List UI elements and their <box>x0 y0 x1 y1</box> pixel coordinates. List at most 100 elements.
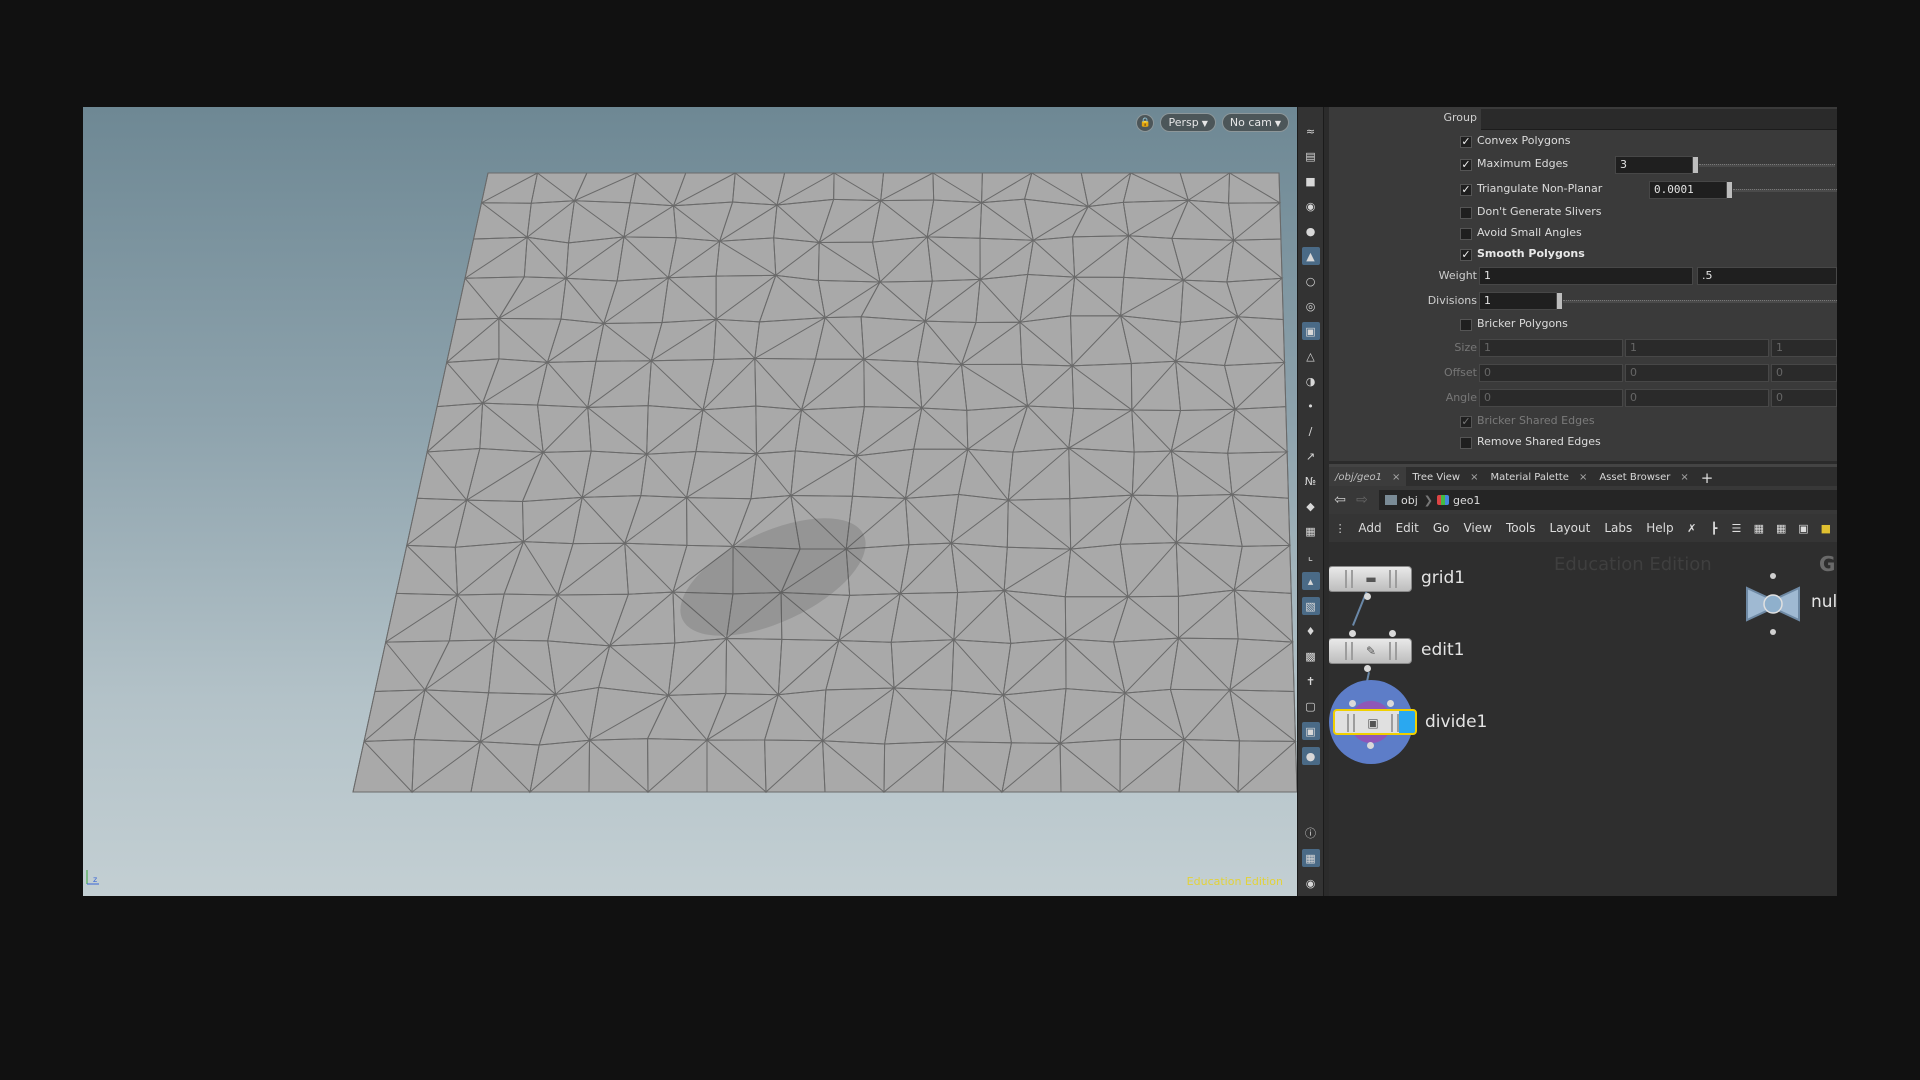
maximum-edges-slider[interactable] <box>1699 164 1835 167</box>
color-palette-icon[interactable]: ▦ <box>1753 521 1765 535</box>
menu-add[interactable]: Add <box>1351 521 1388 535</box>
wireframe-icon[interactable]: △ <box>1302 347 1320 365</box>
forward-arrow-icon[interactable]: ⇨ <box>1351 492 1373 508</box>
convex-polygons-checkbox[interactable]: ✓ <box>1460 136 1472 148</box>
edge-icon[interactable]: ∕ <box>1302 422 1320 440</box>
maximum-edges-field[interactable]: 3 <box>1615 156 1693 174</box>
divisions-field[interactable]: 1 <box>1479 292 1557 310</box>
pin-icon[interactable]: ● <box>1301 747 1320 765</box>
houdini-window: 🔒 Persp ▼ No cam ▼ z Education Edition ≈ ▤… <box>83 107 1837 896</box>
output-port[interactable] <box>1364 665 1371 672</box>
info-icon[interactable]: ⓘ <box>1302 824 1320 842</box>
angle-field-y[interactable]: 0 <box>1625 389 1769 407</box>
node-edit1-label: edit1 <box>1421 640 1465 660</box>
persp-menu[interactable]: Persp ▼ <box>1160 113 1216 132</box>
menu-tools[interactable]: Tools <box>1499 521 1543 535</box>
breadcrumb-obj[interactable]: obj <box>1385 494 1418 507</box>
grid-view-icon[interactable]: ▦ <box>1775 521 1787 535</box>
guide-icon[interactable]: ⌞ <box>1302 547 1320 565</box>
light-icon[interactable]: ▲ <box>1301 247 1320 265</box>
list-icon[interactable]: ☰ <box>1730 521 1742 535</box>
menu-help[interactable]: Help <box>1639 521 1680 535</box>
triangulate-label: Triangulate Non-Planar <box>1477 182 1603 195</box>
triangulate-slider[interactable] <box>1733 189 1837 192</box>
menu-edit[interactable]: Edit <box>1389 521 1426 535</box>
template-icon[interactable]: ▴ <box>1301 572 1320 590</box>
null-node-icon[interactable] <box>1741 572 1805 636</box>
input-port[interactable] <box>1389 630 1396 637</box>
dont-generate-slivers-checkbox[interactable] <box>1460 207 1472 219</box>
triangulate-checkbox[interactable]: ✓ <box>1460 184 1472 196</box>
input-port[interactable] <box>1387 700 1394 707</box>
node-grid1[interactable]: ▬ <box>1329 566 1412 592</box>
size-field-z[interactable]: 1 <box>1771 339 1837 357</box>
offset-field-x[interactable]: 0 <box>1479 364 1623 382</box>
primitive-icon[interactable]: ▦ <box>1302 522 1320 540</box>
add-tab-button[interactable]: + <box>1695 469 1720 487</box>
node-divide1[interactable]: ▣ <box>1333 709 1417 735</box>
tree-icon[interactable]: ┣ <box>1708 521 1720 535</box>
size-field-x[interactable]: 1 <box>1479 339 1623 357</box>
back-arrow-icon[interactable]: ⇦ <box>1329 492 1351 508</box>
diamond-icon[interactable]: ♦ <box>1302 622 1320 640</box>
weight-field-1[interactable]: 1 <box>1479 267 1693 285</box>
camera-icon[interactable]: ▤ <box>1302 147 1320 165</box>
network-editor[interactable]: Education Edition G ▬ grid1 ✎ edit1 ▣ di… <box>1329 542 1837 896</box>
smooth-polygons-checkbox[interactable]: ✓ <box>1460 249 1472 261</box>
checker-icon[interactable]: ▧ <box>1301 597 1320 615</box>
ghost-icon[interactable]: ◑ <box>1302 372 1320 390</box>
triangulate-field[interactable]: 0.0001 <box>1649 181 1727 199</box>
eye-icon[interactable]: ◉ <box>1302 874 1320 892</box>
avoid-small-angles-checkbox[interactable] <box>1460 228 1472 240</box>
offset-field-y[interactable]: 0 <box>1625 364 1769 382</box>
normal-icon[interactable]: ↗ <box>1302 447 1320 465</box>
menu-go[interactable]: Go <box>1426 521 1457 535</box>
sticky-note-icon[interactable]: ■ <box>1820 521 1832 535</box>
maximum-edges-checkbox[interactable]: ✓ <box>1460 159 1472 171</box>
grid-layout-icon[interactable]: ▦ <box>1301 849 1320 867</box>
divisions-slider[interactable] <box>1563 300 1837 303</box>
box-icon[interactable]: ▢ <box>1302 697 1320 715</box>
lock-camera-icon[interactable]: ■ <box>1302 172 1320 190</box>
angle-field-z[interactable]: 0 <box>1771 389 1837 407</box>
snap-icon[interactable]: ◉ <box>1302 197 1320 215</box>
group-input[interactable] <box>1481 109 1837 130</box>
size-field-y[interactable]: 1 <box>1625 339 1769 357</box>
scene-viewport[interactable]: 🔒 Persp ▼ No cam ▼ z Education Edition <box>83 107 1297 896</box>
number-icon[interactable]: № <box>1302 472 1320 490</box>
output-port[interactable] <box>1367 742 1374 749</box>
angle-field-x[interactable]: 0 <box>1479 389 1623 407</box>
bulb-icon[interactable]: ○ <box>1302 272 1320 290</box>
divisions-slider-handle[interactable] <box>1557 293 1562 309</box>
input-port[interactable] <box>1349 630 1356 637</box>
lock-icon[interactable]: 🔒 <box>1136 113 1155 132</box>
wrench-icon[interactable]: ✗ <box>1686 521 1698 535</box>
input-port[interactable] <box>1349 700 1356 707</box>
point-icon[interactable]: • <box>1302 397 1320 415</box>
menu-labs[interactable]: Labs <box>1597 521 1639 535</box>
bricker-polygons-checkbox[interactable] <box>1460 319 1472 331</box>
remove-shared-edges-checkbox[interactable] <box>1460 437 1472 449</box>
camera-menu[interactable]: No cam ▼ <box>1221 113 1289 132</box>
headlight-icon[interactable]: ◎ <box>1302 297 1320 315</box>
display-options-icon[interactable]: ≈ <box>1302 122 1320 140</box>
handle-icon[interactable]: ✝ <box>1302 672 1320 690</box>
image-panel-icon[interactable]: ▣ <box>1797 521 1809 535</box>
offset-field-z[interactable]: 0 <box>1771 364 1837 382</box>
weight-field-2[interactable]: .5 <box>1697 267 1837 285</box>
maximum-edges-slider-handle[interactable] <box>1693 157 1698 173</box>
image-icon[interactable]: ▣ <box>1301 722 1320 740</box>
texture-icon[interactable]: ▩ <box>1302 647 1320 665</box>
edit-node-icon: ✎ <box>1365 644 1377 658</box>
breadcrumb-geo1[interactable]: ❯ geo1 <box>1424 494 1481 507</box>
menu-layout[interactable]: Layout <box>1543 521 1598 535</box>
triangulate-slider-handle[interactable] <box>1727 182 1732 198</box>
output-port[interactable] <box>1364 593 1371 600</box>
menu-view[interactable]: View <box>1456 521 1498 535</box>
chevron-down-icon: ▼ <box>1274 119 1281 128</box>
sphere-icon[interactable]: ● <box>1302 222 1320 240</box>
bricker-shared-edges-checkbox[interactable]: ✓ <box>1460 416 1472 428</box>
shading-icon[interactable]: ▣ <box>1301 322 1320 340</box>
vertex-icon[interactable]: ◆ <box>1302 497 1320 515</box>
node-edit1[interactable]: ✎ <box>1329 638 1412 664</box>
